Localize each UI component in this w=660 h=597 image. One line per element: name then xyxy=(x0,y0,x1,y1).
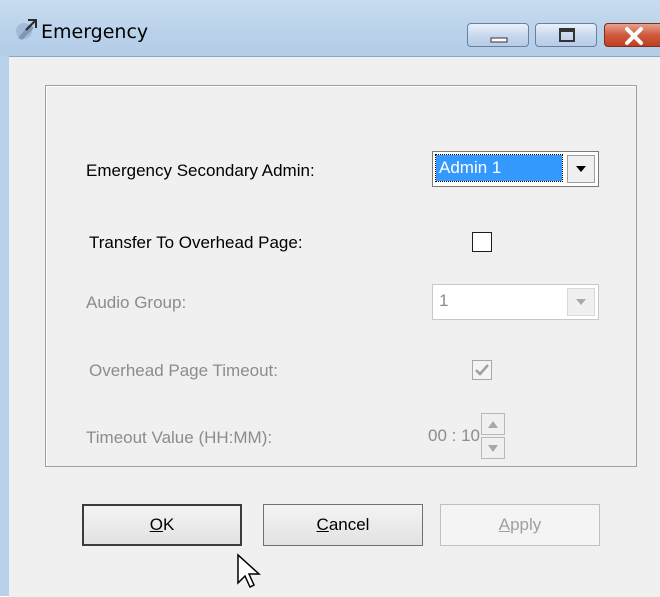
dialog-client-area: Emergency Secondary Admin: Admin 1 Trans… xyxy=(9,56,660,597)
cancel-button[interactable]: Cancel xyxy=(263,504,423,546)
audio-group-value: 1 xyxy=(439,291,449,310)
apply-button[interactable]: Apply xyxy=(440,504,600,546)
pen-icon[interactable] xyxy=(14,18,38,42)
timeout-value-field[interactable]: 00 : 10 xyxy=(428,426,480,446)
secondary-admin-label: Emergency Secondary Admin: xyxy=(86,161,315,180)
ok-button[interactable]: OK xyxy=(82,504,242,546)
chevron-down-icon xyxy=(576,166,586,172)
ok-mnemonic: O xyxy=(149,515,163,534)
secondary-admin-value: Admin 1 xyxy=(435,154,563,182)
settings-group: Emergency Secondary Admin: Admin 1 Trans… xyxy=(45,85,637,467)
arrow-down-icon xyxy=(488,445,498,452)
overhead-timeout-label: Overhead Page Timeout: xyxy=(89,361,279,380)
checkmark-icon xyxy=(475,364,489,376)
ok-label-rest: K xyxy=(162,515,175,534)
dropdown-arrow-button[interactable] xyxy=(567,288,595,316)
title-bar[interactable]: Emergency xyxy=(0,0,660,56)
mouse-cursor-icon xyxy=(237,553,261,589)
secondary-admin-dropdown[interactable]: Admin 1 xyxy=(432,151,599,187)
maximize-icon xyxy=(559,28,575,42)
apply-label-rest: pply xyxy=(510,515,542,534)
overhead-timeout-checkbox[interactable] xyxy=(472,360,492,380)
minimize-button[interactable] xyxy=(467,23,529,47)
apply-mnemonic: A xyxy=(498,515,511,534)
spin-down-button[interactable] xyxy=(481,437,505,459)
audio-group-dropdown[interactable]: 1 xyxy=(432,284,599,320)
arrow-up-icon xyxy=(488,421,498,428)
maximize-button[interactable] xyxy=(535,23,597,47)
timeout-value-label: Timeout Value (HH:MM): xyxy=(86,428,273,447)
chevron-down-icon xyxy=(576,299,586,305)
transfer-overhead-label: Transfer To Overhead Page: xyxy=(89,233,303,252)
emergency-dialog: Emergency Emergency Secondary Admin: Adm… xyxy=(0,0,660,597)
spin-up-button[interactable] xyxy=(481,413,505,435)
transfer-overhead-checkbox[interactable] xyxy=(472,232,492,252)
cancel-mnemonic: C xyxy=(316,515,329,534)
dropdown-arrow-button[interactable] xyxy=(567,155,595,183)
audio-group-label: Audio Group: xyxy=(86,293,187,312)
cancel-label-rest: ancel xyxy=(328,515,370,534)
close-icon xyxy=(625,27,643,45)
minimize-icon xyxy=(490,37,508,43)
close-button[interactable] xyxy=(604,23,660,47)
window-title: Emergency xyxy=(41,21,149,43)
